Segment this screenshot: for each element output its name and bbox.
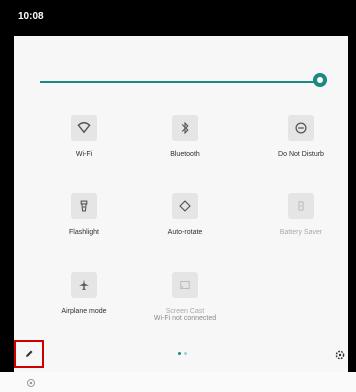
page-indicator <box>178 352 190 356</box>
tile-wifi-label: Wi-Fi <box>75 151 93 158</box>
tile-screen-cast-sublabel: Wi-Fi not connected <box>153 315 217 322</box>
pencil-icon <box>26 350 33 357</box>
page-indicator-dot-2 <box>184 352 187 355</box>
tile-airplane-mode[interactable]: Airplane mode <box>55 272 113 332</box>
tile-auto-rotate[interactable]: Auto-rotate <box>156 193 214 253</box>
tile-airplane-mode-label: Airplane mode <box>61 308 107 315</box>
tile-battery-saver-label: Battery Saver <box>279 229 323 236</box>
left-border <box>0 0 14 372</box>
tile-flashlight-label: Flashlight <box>69 229 99 236</box>
cast-icon <box>172 272 198 298</box>
status-bar: 10:08 <box>0 0 356 36</box>
right-border <box>348 0 356 372</box>
settings-button[interactable] <box>334 349 346 361</box>
flashlight-icon <box>71 193 97 219</box>
tile-bluetooth-label: Bluetooth <box>170 151 200 158</box>
bottom-strip <box>0 372 356 392</box>
auto-rotate-icon <box>172 193 198 219</box>
tile-flashlight[interactable]: Flashlight <box>55 193 113 253</box>
tile-screen-cast[interactable]: Screen Cast Wi-Fi not connected <box>153 272 217 332</box>
tile-wifi[interactable]: Wi-Fi <box>55 115 113 175</box>
airplane-icon <box>71 272 97 298</box>
tile-do-not-disturb[interactable]: Do Not Disturb <box>272 115 330 175</box>
tile-screen-cast-label: Screen Cast <box>165 308 205 315</box>
brightness-slider[interactable] <box>40 81 326 83</box>
tile-auto-rotate-label: Auto-rotate <box>167 229 203 236</box>
wifi-icon <box>71 115 97 141</box>
tile-do-not-disturb-label: Do Not Disturb <box>278 151 324 158</box>
settings-shortcut-icon[interactable] <box>26 378 36 388</box>
page-indicator-dot-1 <box>178 352 181 355</box>
tile-battery-saver[interactable]: Battery Saver <box>272 193 330 253</box>
tile-bluetooth[interactable]: Bluetooth <box>156 115 214 175</box>
gear-icon <box>335 350 345 360</box>
do-not-disturb-icon <box>288 115 314 141</box>
quick-settings-screen: 10:08 Wi-Fi Bluetooth Do Not Disturb Fla… <box>0 0 356 392</box>
status-time: 10:08 <box>18 11 44 22</box>
bluetooth-icon <box>172 115 198 141</box>
battery-saver-icon <box>288 193 314 219</box>
edit-button[interactable] <box>14 340 44 368</box>
brightness-slider-thumb[interactable] <box>313 73 327 87</box>
